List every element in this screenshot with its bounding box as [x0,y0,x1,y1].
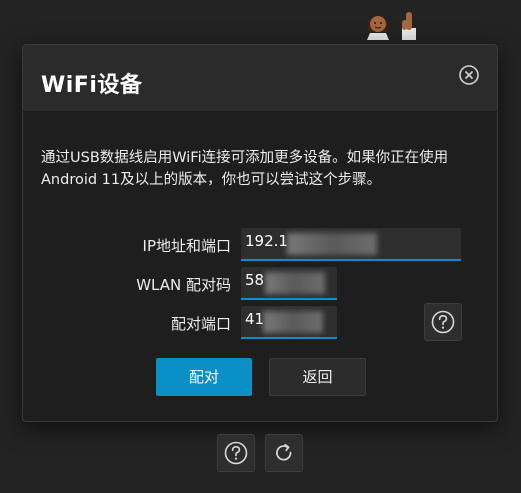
pair-button[interactable]: 配对 [156,358,252,396]
question-circle-icon [431,310,455,334]
question-circle-icon [224,441,248,465]
wlan-pair-code-label: WLAN 配对码 [136,276,231,294]
ip-port-value: 192.1 [245,232,288,250]
footer-refresh-button[interactable] [265,434,303,472]
dialog-description: 通过USB数据线启用WiFi连接可添加更多设备。如果你正在使用Android 1… [41,150,449,188]
dialog-title: WiFi设备 [41,73,143,98]
redaction-mask [287,233,377,255]
close-button[interactable] [458,64,480,86]
refresh-icon [276,443,292,461]
raised-hand-emoji-icon [402,12,416,40]
wlan-pair-code-input[interactable]: 58 [241,267,337,300]
footer-help-button[interactable] [217,434,255,472]
dialog-header: WiFi设备 [23,45,497,112]
back-button[interactable]: 返回 [269,358,366,396]
ip-port-input[interactable]: 192.1 [241,228,461,261]
pair-port-label: 配对端口 [170,315,231,333]
ip-port-label: IP地址和端口 [142,237,231,255]
wlan-pair-code-value: 58 [245,271,265,289]
pair-port-input[interactable]: 41 [241,306,337,339]
pair-help-button[interactable] [424,303,462,341]
woman-emoji-icon [367,16,389,40]
redaction-mask [263,311,323,333]
redaction-mask [265,272,325,294]
wifi-device-dialog: WiFi设备 通过USB数据线启用WiFi连接可添加更多设备。如果你正在使用An… [22,44,498,422]
close-circle-icon [459,65,479,85]
pair-port-value: 41 [245,310,265,328]
